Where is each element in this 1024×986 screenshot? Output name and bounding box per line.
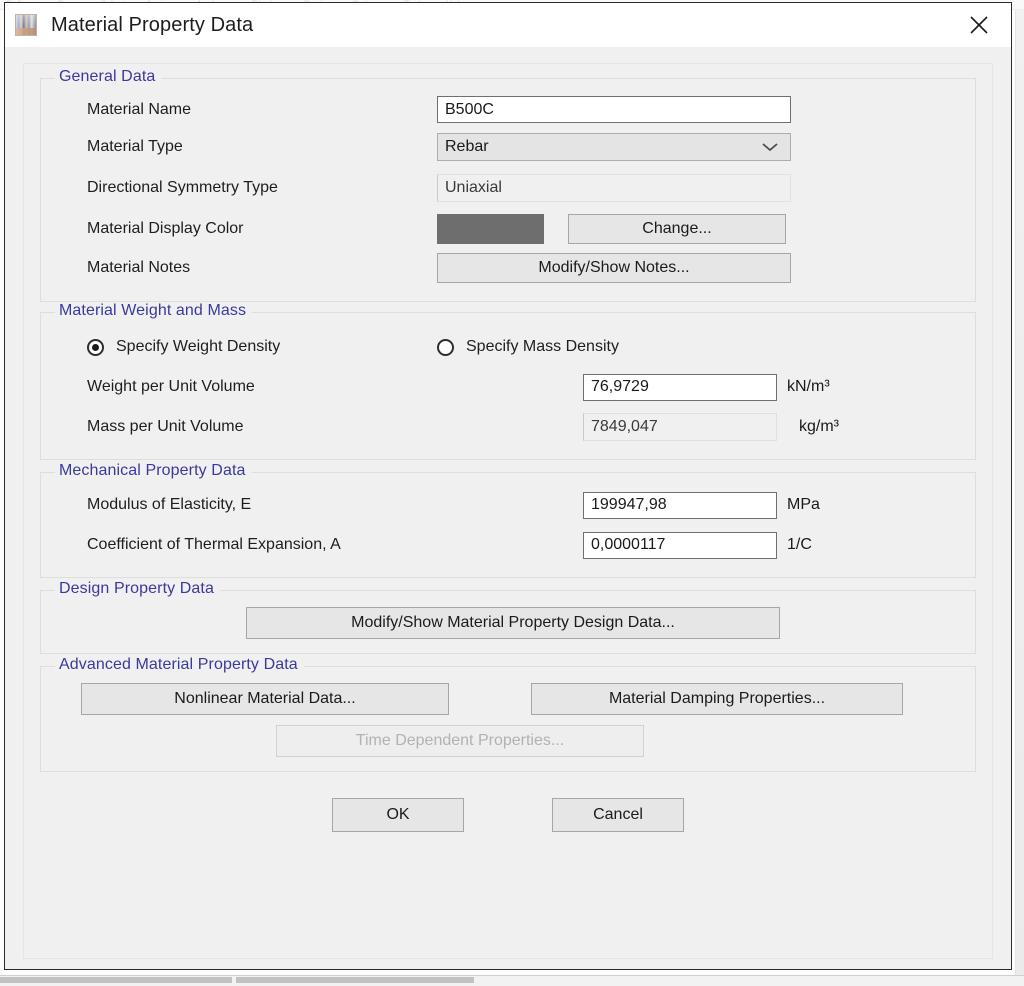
density-mode-row: Specify Weight Density Specify Mass Dens… bbox=[55, 327, 961, 367]
chevron-down-icon bbox=[761, 142, 779, 152]
design-property-data-group-title: Design Property Data bbox=[55, 580, 220, 598]
specify-mass-density-label: Specify Mass Density bbox=[466, 338, 619, 355]
dialog-title: Material Property Data bbox=[51, 13, 254, 36]
mass-per-unit-volume-row: Mass per Unit Volume 7849,047 kg/m³ bbox=[55, 407, 961, 447]
modulus-of-elasticity-row: Modulus of Elasticity, E 199947,98 MPa bbox=[55, 485, 961, 525]
weight-per-unit-volume-label: Weight per Unit Volume bbox=[87, 378, 255, 395]
taskbar-segment bbox=[0, 977, 232, 983]
coefficient-of-thermal-expansion-unit: 1/C bbox=[787, 536, 812, 553]
material-damping-properties-button[interactable]: Material Damping Properties... bbox=[531, 683, 903, 715]
material-type-value: Rebar bbox=[445, 137, 489, 155]
specify-mass-density-radio[interactable]: Specify Mass Density bbox=[437, 338, 619, 356]
modulus-of-elasticity-label: Modulus of Elasticity, E bbox=[87, 496, 252, 513]
material-notes-row: Material Notes Modify/Show Notes... bbox=[55, 249, 961, 287]
coefficient-of-thermal-expansion-label: Coefficient of Thermal Expansion, A bbox=[87, 536, 341, 553]
modify-show-notes-button[interactable]: Modify/Show Notes... bbox=[437, 253, 791, 283]
ok-button[interactable]: OK bbox=[332, 798, 464, 832]
dialog-content-frame: General Data Material Name B500C Materia… bbox=[23, 63, 993, 959]
mechanical-property-data-group-title: Mechanical Property Data bbox=[55, 462, 252, 480]
material-name-input[interactable]: B500C bbox=[437, 96, 791, 123]
change-color-button[interactable]: Change... bbox=[568, 213, 786, 244]
weight-per-unit-volume-input[interactable]: 76,9729 bbox=[583, 373, 777, 401]
weight-per-unit-volume-row: Weight per Unit Volume 76,9729 kN/m³ bbox=[55, 367, 961, 407]
specify-weight-density-radio[interactable]: Specify Weight Density bbox=[55, 338, 437, 356]
material-display-color-label: Material Display Color bbox=[87, 219, 244, 237]
taskbar-segment bbox=[236, 977, 474, 983]
mass-per-unit-volume-field: 7849,047 bbox=[583, 413, 777, 441]
directional-symmetry-type-label: Directional Symmetry Type bbox=[87, 178, 278, 196]
material-type-row: Material Type Rebar bbox=[55, 126, 961, 167]
coefficient-of-thermal-expansion-row: Coefficient of Thermal Expansion, A 0,00… bbox=[55, 525, 961, 565]
close-icon bbox=[970, 16, 988, 34]
specify-weight-density-label: Specify Weight Density bbox=[116, 338, 281, 355]
material-display-color-row: Material Display Color Change... bbox=[55, 208, 961, 249]
cancel-button[interactable]: Cancel bbox=[552, 798, 684, 832]
mass-per-unit-volume-label: Mass per Unit Volume bbox=[87, 418, 244, 435]
material-weight-and-mass-group: Material Weight and Mass Specify Weight … bbox=[40, 302, 976, 460]
material-type-label: Material Type bbox=[87, 137, 183, 155]
background-taskbar bbox=[0, 975, 1024, 986]
advanced-material-property-data-group-title: Advanced Material Property Data bbox=[55, 656, 304, 674]
material-display-color-swatch[interactable] bbox=[437, 213, 544, 244]
directional-symmetry-type-field: Uniaxial bbox=[437, 173, 791, 202]
modulus-of-elasticity-input[interactable]: 199947,98 bbox=[583, 491, 777, 519]
general-data-group: General Data Material Name B500C Materia… bbox=[40, 68, 976, 302]
mass-per-unit-volume-unit: kg/m³ bbox=[799, 418, 839, 435]
material-weight-and-mass-group-title: Material Weight and Mass bbox=[55, 302, 253, 320]
radio-selected-icon bbox=[87, 338, 104, 356]
material-name-row: Material Name B500C bbox=[55, 93, 961, 126]
advanced-material-property-data-group: Advanced Material Property Data Nonlinea… bbox=[40, 656, 976, 772]
material-property-data-dialog: Material Property Data General Data Mate… bbox=[4, 2, 1012, 970]
general-data-group-title: General Data bbox=[55, 68, 162, 86]
material-notes-label: Material Notes bbox=[87, 259, 191, 276]
background-scrollbar-strip bbox=[1015, 10, 1024, 976]
material-name-label: Material Name bbox=[87, 100, 192, 118]
dialog-title-bar: Material Property Data bbox=[5, 3, 1011, 47]
mechanical-property-data-group: Mechanical Property Data Modulus of Elas… bbox=[40, 462, 976, 578]
modify-show-design-data-button[interactable]: Modify/Show Material Property Design Dat… bbox=[246, 607, 780, 639]
time-dependent-properties-button: Time Dependent Properties... bbox=[276, 725, 644, 757]
nonlinear-material-data-button[interactable]: Nonlinear Material Data... bbox=[81, 683, 449, 715]
directional-symmetry-type-row: Directional Symmetry Type Uniaxial bbox=[55, 167, 961, 208]
radio-unselected-icon bbox=[437, 338, 454, 356]
modulus-of-elasticity-unit: MPa bbox=[787, 496, 820, 513]
design-property-data-group: Design Property Data Modify/Show Materia… bbox=[40, 580, 976, 654]
dialog-footer: OK Cancel bbox=[40, 798, 976, 832]
close-button[interactable] bbox=[947, 3, 1011, 47]
material-type-select[interactable]: Rebar bbox=[437, 132, 791, 161]
weight-per-unit-volume-unit: kN/m³ bbox=[787, 378, 830, 395]
dialog-body: General Data Material Name B500C Materia… bbox=[5, 47, 1011, 969]
coefficient-of-thermal-expansion-input[interactable]: 0,0000117 bbox=[583, 531, 777, 559]
app-thumbnail-icon bbox=[15, 14, 37, 36]
